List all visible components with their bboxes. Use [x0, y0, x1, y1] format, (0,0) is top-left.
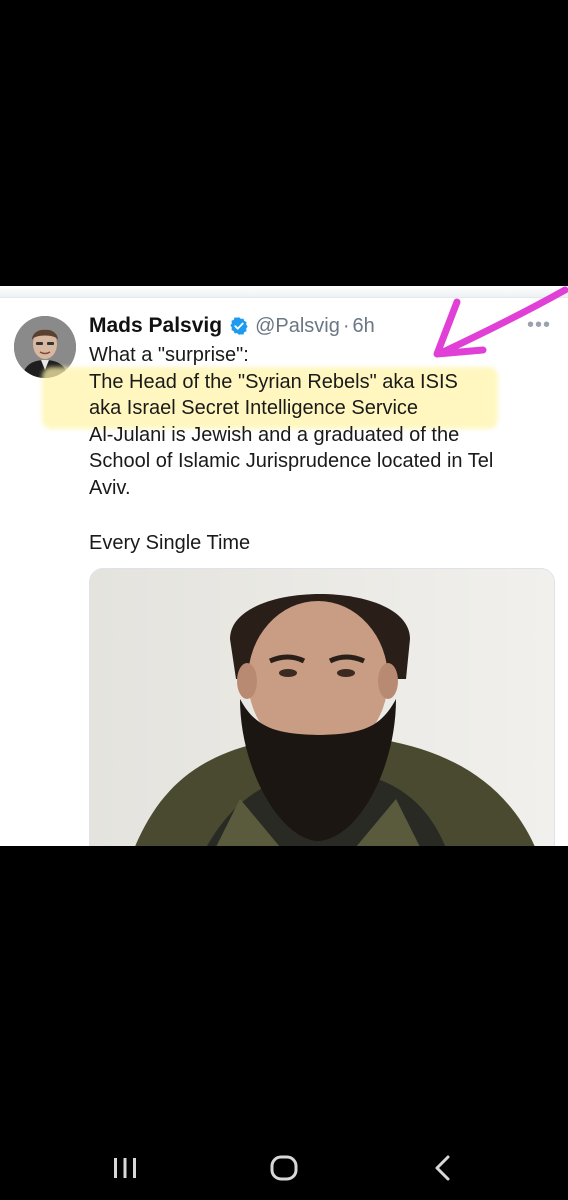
magenta-arrow-icon — [433, 286, 568, 358]
phone-screen: Mads Palsvig @Palsvig · 6h ••• What a "s… — [0, 0, 568, 1200]
timestamp[interactable]: 6h — [353, 315, 375, 338]
author-name[interactable]: Mads Palsvig — [89, 314, 222, 338]
navigation-bar — [0, 1130, 568, 1200]
tweet-line: School of Islamic Jurisprudence located … — [89, 450, 494, 472]
tweet-card[interactable]: Mads Palsvig @Palsvig · 6h ••• What a "s… — [0, 286, 568, 846]
tweet-media-image[interactable] — [89, 568, 555, 846]
verified-badge-icon — [230, 317, 248, 335]
photo-of-man — [90, 569, 554, 846]
back-chevron-icon[interactable] — [428, 1152, 458, 1184]
tweet-line: The Head of the "Syrian Rebels" aka ISIS — [89, 370, 458, 393]
separator-dot: · — [342, 314, 350, 337]
author-handle[interactable]: @Palsvig — [255, 315, 340, 338]
tweet-header: Mads Palsvig @Palsvig · 6h — [89, 313, 375, 339]
tweet-line: aka Israel Secret Intelligence Service — [89, 397, 419, 419]
tweet-line: Aviv. — [89, 476, 131, 499]
recent-apps-icon[interactable] — [108, 1154, 142, 1182]
tweet-line: Al-Julani is Jewish and a graduated of t… — [89, 423, 460, 446]
home-icon[interactable] — [268, 1152, 300, 1184]
tweet-footer-text: Every Single Time — [89, 532, 251, 554]
